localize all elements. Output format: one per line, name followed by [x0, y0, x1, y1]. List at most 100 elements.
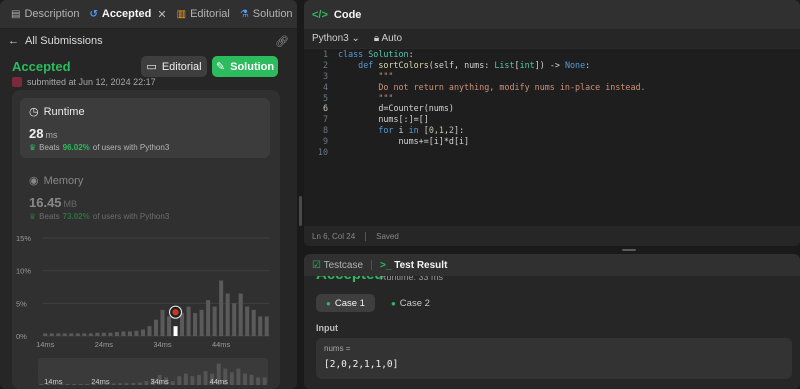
tab-label: Description	[24, 8, 80, 20]
vertical-resize-handle[interactable]	[297, 0, 304, 389]
tab-accepted[interactable]: ↺ Accepted ✕	[84, 0, 171, 29]
tab-solution[interactable]: ⚗ Solution	[235, 0, 297, 29]
runtime-beats: ♛ Beats 96.02% of users with Python3	[29, 143, 261, 152]
mini-x-tick-label: 34ms	[150, 377, 169, 385]
code-line[interactable]: 8 for i in [0,1,2]:	[304, 125, 800, 136]
mini-bar	[144, 381, 149, 385]
chart-bar	[49, 333, 54, 336]
case-tabs: ● Case 1 ● Case 2	[316, 294, 440, 312]
code-line[interactable]: 6 d=Counter(nums)	[304, 103, 800, 114]
chart-bar	[206, 300, 211, 336]
result-tabbar: ☑ Testcase >_ Test Result	[304, 254, 800, 276]
line-number: 8	[322, 124, 328, 135]
code-line[interactable]: 1 class Solution:	[304, 49, 800, 60]
chart-svg: 15% 10% 5% 0% 14ms 24ms 34ms 44ms	[16, 234, 270, 349]
status-title: Accepted	[12, 59, 71, 74]
mini-bar	[203, 371, 208, 385]
runtime-card[interactable]: ◷ Runtime 28 ms ♛ Beats 96.02% of users w…	[20, 98, 270, 158]
mini-bar	[118, 383, 123, 385]
beats-percentage: 96.02%	[62, 143, 90, 152]
chart-bar	[264, 316, 269, 336]
case-2-tab[interactable]: ● Case 2	[381, 294, 440, 312]
editor-status-bar: Ln 6, Col 24 Saved	[304, 226, 800, 246]
submission-meta: submitted at Jun 12, 2024 22:17	[12, 77, 156, 87]
mini-bar	[131, 382, 136, 385]
tab-divider	[371, 260, 373, 270]
y-tick-label: 10%	[16, 267, 31, 276]
tab-description[interactable]: ▤ Description	[6, 0, 84, 29]
submission-panel: ▤ Description ↺ Accepted ✕ ▥ Editorial ⚗…	[0, 0, 297, 389]
flask-icon: ⚗	[239, 8, 249, 20]
mini-bar	[39, 383, 44, 385]
chart-bar	[167, 316, 172, 336]
language-select[interactable]: Python3 ⌄	[312, 33, 360, 44]
runtime-distribution-chart[interactable]: 15% 10% 5% 0% 14ms 24ms 34ms 44ms	[12, 230, 280, 350]
line-source: nums+=[i]*d[i]	[338, 135, 470, 146]
mini-bar	[229, 372, 234, 385]
trophy-icon: ♛	[29, 212, 37, 221]
trophy-icon: ♛	[29, 143, 37, 152]
runtime-range-slider[interactable]: 14ms 24ms 34ms 44ms	[38, 358, 268, 386]
tab-test-result[interactable]: >_ Test Result	[380, 260, 447, 271]
memory-beats: ♛ Beats 73.02% of users with Python3	[29, 212, 261, 221]
submitted-at: submitted at Jun 12, 2024 22:17	[27, 77, 156, 87]
solution-button[interactable]: ✎ Solution	[212, 56, 278, 77]
code-line[interactable]: 2 def sortColors(self, nums: List[int]) …	[304, 60, 800, 71]
tab-label: Testcase	[323, 259, 364, 271]
cursor-position: Ln 6, Col 24	[312, 231, 356, 241]
code-line[interactable]: 10	[304, 146, 800, 157]
mini-x-tick-label: 14ms	[44, 377, 63, 385]
code-line[interactable]: 4 Do not return anything, modify nums in…	[304, 81, 800, 92]
avatar[interactable]	[12, 77, 22, 87]
code-line[interactable]: 7 nums[:]=[]	[304, 114, 800, 125]
drag-grip[interactable]	[299, 196, 302, 226]
link-icon[interactable]: 🔗︎	[275, 35, 289, 48]
memory-card[interactable]: ◉ Memory 16.45 MB ♛ Beats 73.02% of users…	[20, 167, 270, 227]
line-number: 3	[322, 70, 328, 81]
line-number: 2	[322, 60, 328, 71]
y-tick-label: 5%	[16, 299, 27, 308]
pass-dot-icon: ●	[390, 298, 396, 308]
chart-bar	[75, 333, 80, 336]
avatar-dot	[172, 309, 179, 316]
line-source: """	[378, 92, 394, 103]
horizontal-resize-handle[interactable]	[304, 246, 800, 254]
line-source: nums[:]=[]	[338, 114, 429, 125]
editorial-button[interactable]: ▭ Editorial	[141, 56, 207, 77]
case-1-tab[interactable]: ● Case 1	[316, 294, 375, 312]
auto-mode[interactable]: 🔒︎ Auto	[374, 33, 402, 44]
chart-bar	[121, 331, 126, 336]
performance-stats: ◷ Runtime 28 ms ♛ Beats 96.02% of users w…	[12, 90, 280, 389]
tab-label: Test Result	[394, 259, 448, 271]
chart-bar	[238, 293, 243, 336]
line-number: 5	[322, 92, 328, 103]
chart-bar	[225, 293, 230, 336]
memory-unit: MB	[63, 199, 78, 209]
save-status: Saved	[376, 231, 399, 241]
chart-bar	[43, 333, 48, 336]
all-submissions-link[interactable]: All Submissions	[25, 35, 103, 47]
chart-bar	[82, 333, 87, 336]
submissions-header: ← All Submissions 🔗︎	[0, 29, 297, 53]
tab-editorial[interactable]: ▥ Editorial	[172, 0, 235, 29]
x-tick-label: 34ms	[153, 340, 172, 349]
left-tabbar: ▤ Description ↺ Accepted ✕ ▥ Editorial ⚗…	[0, 0, 297, 29]
tab-testcase[interactable]: ☑ Testcase	[312, 260, 363, 271]
back-arrow-icon[interactable]: ←	[8, 35, 19, 47]
input-var-name: nums =	[324, 344, 351, 353]
mini-bar	[249, 374, 254, 385]
mode-label: Auto	[381, 33, 403, 44]
lock-icon: 🔒︎	[373, 33, 380, 44]
code-editor[interactable]: 1 class Solution: 2 def sortColors(self, n…	[304, 49, 800, 226]
chart-bar	[62, 333, 67, 336]
code-line[interactable]: 3 """	[304, 71, 800, 82]
mini-bar	[256, 377, 261, 385]
drag-grip[interactable]	[622, 249, 636, 251]
line-number: 1	[322, 49, 328, 60]
close-icon[interactable]: ✕	[157, 8, 166, 21]
chart-bar	[114, 332, 119, 336]
code-line[interactable]: 9 nums+=[i]*d[i]	[304, 135, 800, 146]
memory-chip-icon: ◉	[29, 175, 39, 187]
solution-button-label: Solution	[230, 60, 275, 73]
code-line[interactable]: 5 """	[304, 92, 800, 103]
